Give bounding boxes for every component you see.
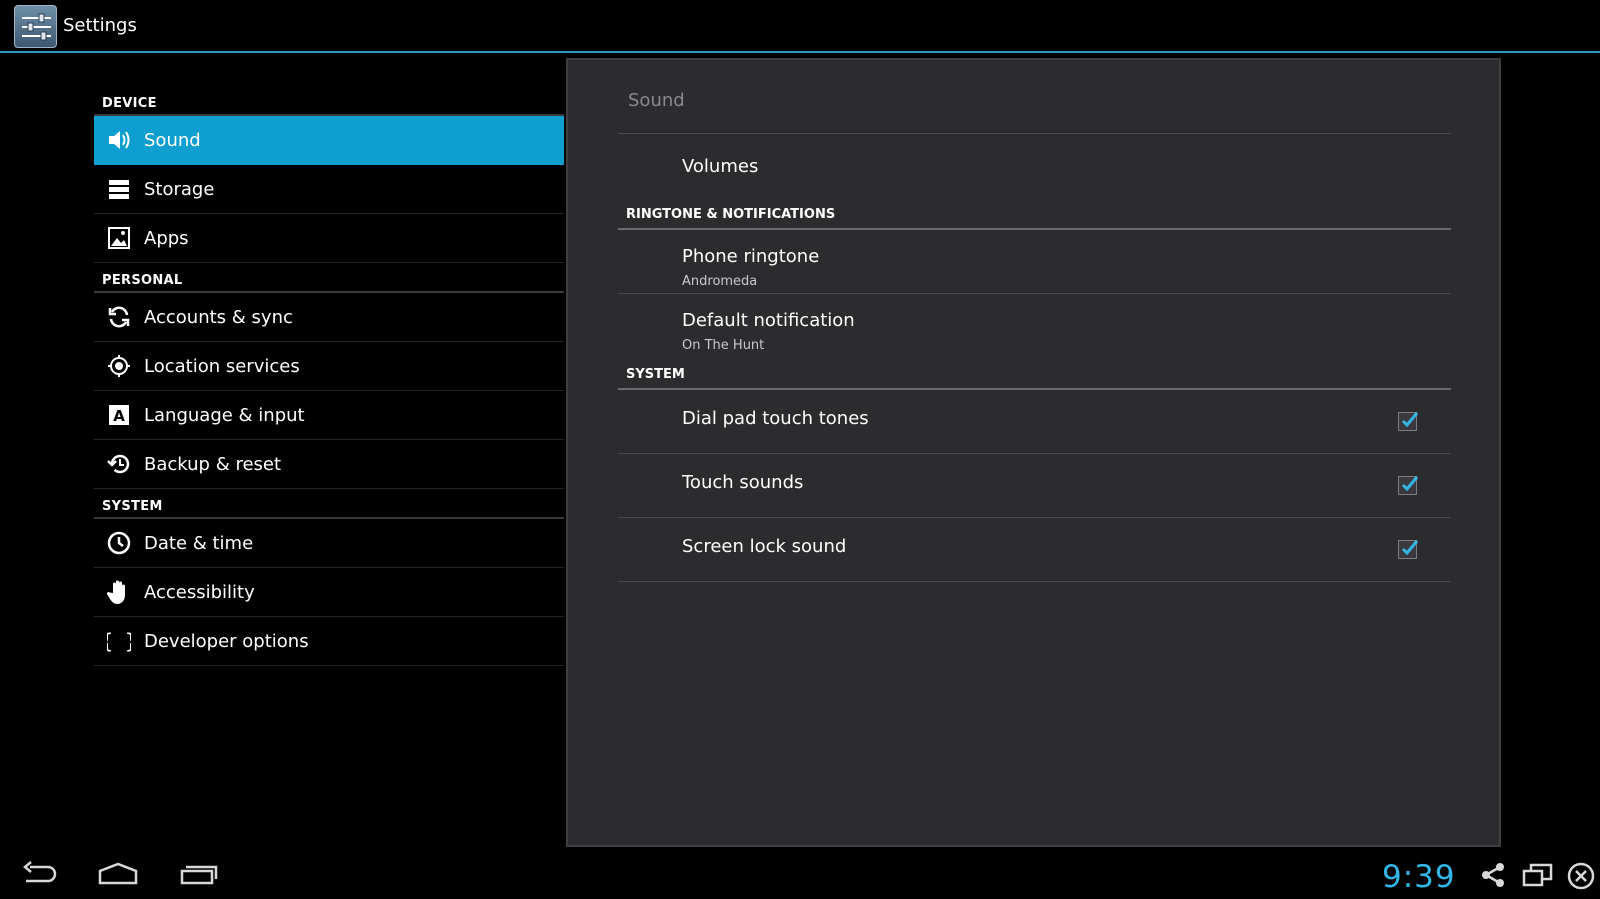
settings-sliders-icon[interactable] [14, 5, 57, 48]
language-icon: A [104, 400, 134, 430]
nav-item-label: Accessibility [144, 581, 255, 603]
nav-item-accessibility[interactable]: Accessibility [94, 568, 564, 617]
svg-text:{ }: { } [107, 629, 131, 653]
clock-icon [104, 528, 134, 558]
window-icon[interactable] [1522, 861, 1554, 893]
nav-item-label: Location services [144, 355, 300, 377]
speaker-icon [104, 125, 134, 155]
nav-item-backup-reset[interactable]: Backup & reset [94, 440, 564, 489]
nav-item-label: Apps [144, 227, 189, 249]
nav-item-accounts-sync[interactable]: Accounts & sync [94, 293, 564, 342]
pref-title: Screen lock sound [682, 536, 847, 557]
home-icon[interactable] [98, 861, 138, 891]
sync-icon [104, 302, 134, 332]
storage-icon [104, 174, 134, 204]
category-system: SYSTEM [618, 358, 1451, 390]
hand-icon [104, 577, 134, 607]
sound-detail-panel: Sound Volumes RINGTONE & NOTIFICATIONS P… [566, 58, 1501, 847]
nav-item-label: Storage [144, 178, 215, 200]
location-icon [104, 351, 134, 381]
app-title: Settings [63, 15, 137, 36]
nav-item-label: Sound [144, 129, 201, 151]
pref-summary: Andromeda [682, 274, 758, 289]
recent-apps-icon[interactable] [180, 861, 220, 891]
nav-item-sound[interactable]: Sound [94, 116, 564, 165]
braces-icon: { } [104, 626, 134, 656]
nav-item-label: Developer options [144, 630, 309, 652]
nav-item-label: Language & input [144, 404, 305, 426]
share-icon[interactable] [1479, 861, 1507, 893]
clock: 9:39 [1382, 859, 1456, 895]
action-bar: Settings [0, 0, 1600, 53]
dial-pad-touch-tones-checkbox[interactable] [1398, 412, 1419, 431]
system-navigation-bar: 9:39 [0, 853, 1600, 899]
nav-item-developer-options[interactable]: { } Developer options [94, 617, 564, 666]
apps-icon [104, 223, 134, 253]
checkmark-icon [1401, 540, 1419, 556]
pref-title: Default notification [682, 310, 855, 331]
section-header-personal: PERSONAL [94, 263, 564, 293]
touch-sounds-checkbox[interactable] [1398, 476, 1419, 495]
pref-dial-pad-touch-tones[interactable]: Dial pad touch tones [618, 390, 1451, 454]
pref-volumes[interactable]: Volumes [618, 134, 1451, 198]
pref-summary: On The Hunt [682, 338, 765, 353]
nav-item-label: Backup & reset [144, 453, 282, 475]
pref-screen-lock-sound[interactable]: Screen lock sound [618, 518, 1451, 582]
pref-title: Touch sounds [682, 472, 804, 493]
backup-icon [104, 449, 134, 479]
settings-list: DEVICE Sound Storage Apps PERSONAL Accou… [94, 86, 564, 666]
pref-title: Dial pad touch tones [682, 408, 869, 429]
category-ringtone-notifications: RINGTONE & NOTIFICATIONS [618, 198, 1451, 230]
pref-title: Volumes [682, 156, 759, 177]
panel-title: Sound [628, 90, 685, 111]
preference-list: Volumes RINGTONE & NOTIFICATIONS Phone r… [618, 134, 1451, 582]
checkmark-icon [1401, 412, 1419, 428]
section-header-system: SYSTEM [94, 489, 564, 519]
nav-item-date-time[interactable]: Date & time [94, 519, 564, 568]
action-bar-divider [0, 51, 1600, 53]
nav-item-label: Date & time [144, 532, 254, 554]
nav-item-location-services[interactable]: Location services [94, 342, 564, 391]
close-circle-icon[interactable] [1566, 861, 1596, 895]
nav-item-language-input[interactable]: A Language & input [94, 391, 564, 440]
svg-text:A: A [113, 407, 125, 425]
nav-item-apps[interactable]: Apps [94, 214, 564, 263]
pref-touch-sounds[interactable]: Touch sounds [618, 454, 1451, 518]
nav-item-label: Accounts & sync [144, 306, 293, 328]
screen-lock-sound-checkbox[interactable] [1398, 540, 1419, 559]
pref-phone-ringtone[interactable]: Phone ringtone Andromeda [618, 230, 1451, 294]
section-header-device: DEVICE [94, 86, 564, 116]
nav-item-storage[interactable]: Storage [94, 165, 564, 214]
back-icon[interactable] [20, 861, 58, 891]
pref-title: Phone ringtone [682, 246, 820, 267]
pref-default-notification[interactable]: Default notification On The Hunt [618, 294, 1451, 358]
checkmark-icon [1401, 476, 1419, 492]
